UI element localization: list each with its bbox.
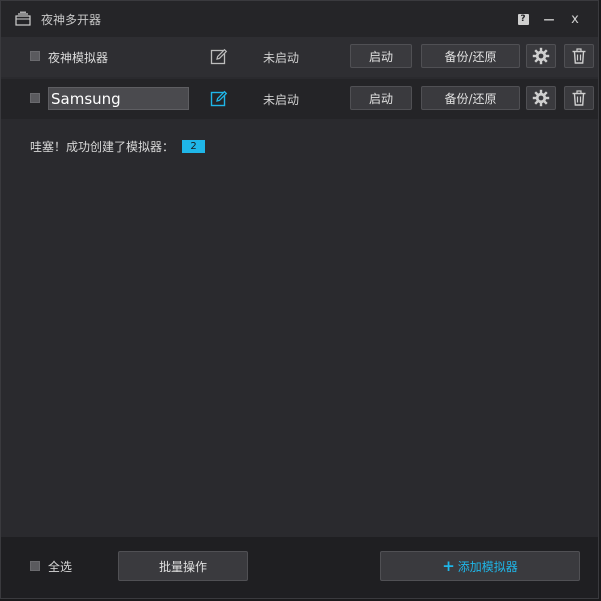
multi-instance-window: 夜神多开器 ? — x 夜神模拟器 未启动 启动 备份/还原 Samsung 未… [0,0,599,599]
add-emulator-label: 添加模拟器 [457,559,518,574]
emulator-status: 未启动 [263,93,300,107]
minimize-icon: — [543,12,555,26]
settings-button[interactable] [526,44,556,68]
close-button[interactable]: x [562,6,588,32]
edit-icon[interactable] [210,48,228,66]
footer-bar: 全选 批量操作 + 添加模拟器 [1,537,598,598]
gear-icon [532,47,550,65]
settings-button[interactable] [526,86,556,110]
select-all-checkbox[interactable] [30,561,40,571]
trash-icon [572,90,586,106]
edit-icon[interactable] [210,90,228,108]
emulator-status: 未启动 [263,51,300,65]
window-title: 夜神多开器 [41,12,102,27]
window-controls: ? — x [510,1,588,37]
emulator-row: 未启动 启动 备份/还原 [1,79,598,119]
window-icon [15,11,31,26]
title-bar: 夜神多开器 ? — x [1,1,598,37]
success-notice: 哇塞！成功创建了模拟器： 2 [30,138,206,155]
help-button[interactable]: ? [510,6,536,32]
start-button[interactable]: 启动 [350,86,412,110]
add-emulator-button[interactable]: + 添加模拟器 [380,551,580,581]
help-icon: ? [517,13,529,25]
emulator-name: 夜神模拟器 [48,51,109,65]
delete-button[interactable] [564,44,594,68]
emulator-name-input[interactable] [48,87,189,110]
minimize-button[interactable]: — [536,6,562,32]
emulator-row: 夜神模拟器 未启动 启动 备份/还原 [1,37,598,77]
delete-button[interactable] [564,86,594,110]
notice-text: 哇塞！成功创建了模拟器： [30,140,175,154]
backup-restore-button[interactable]: 备份/还原 [421,44,520,68]
select-all-label: 全选 [48,560,73,574]
start-button[interactable]: 启动 [350,44,412,68]
backup-restore-button[interactable]: 备份/还原 [421,86,520,110]
plus-icon: + [442,556,455,575]
emulator-count-badge: 2 [182,140,206,153]
emulator-checkbox[interactable] [30,51,40,61]
gear-icon [532,89,550,107]
batch-operation-button[interactable]: 批量操作 [118,551,248,581]
emulator-checkbox[interactable] [30,93,40,103]
close-icon: x [571,11,579,27]
trash-icon [572,48,586,64]
